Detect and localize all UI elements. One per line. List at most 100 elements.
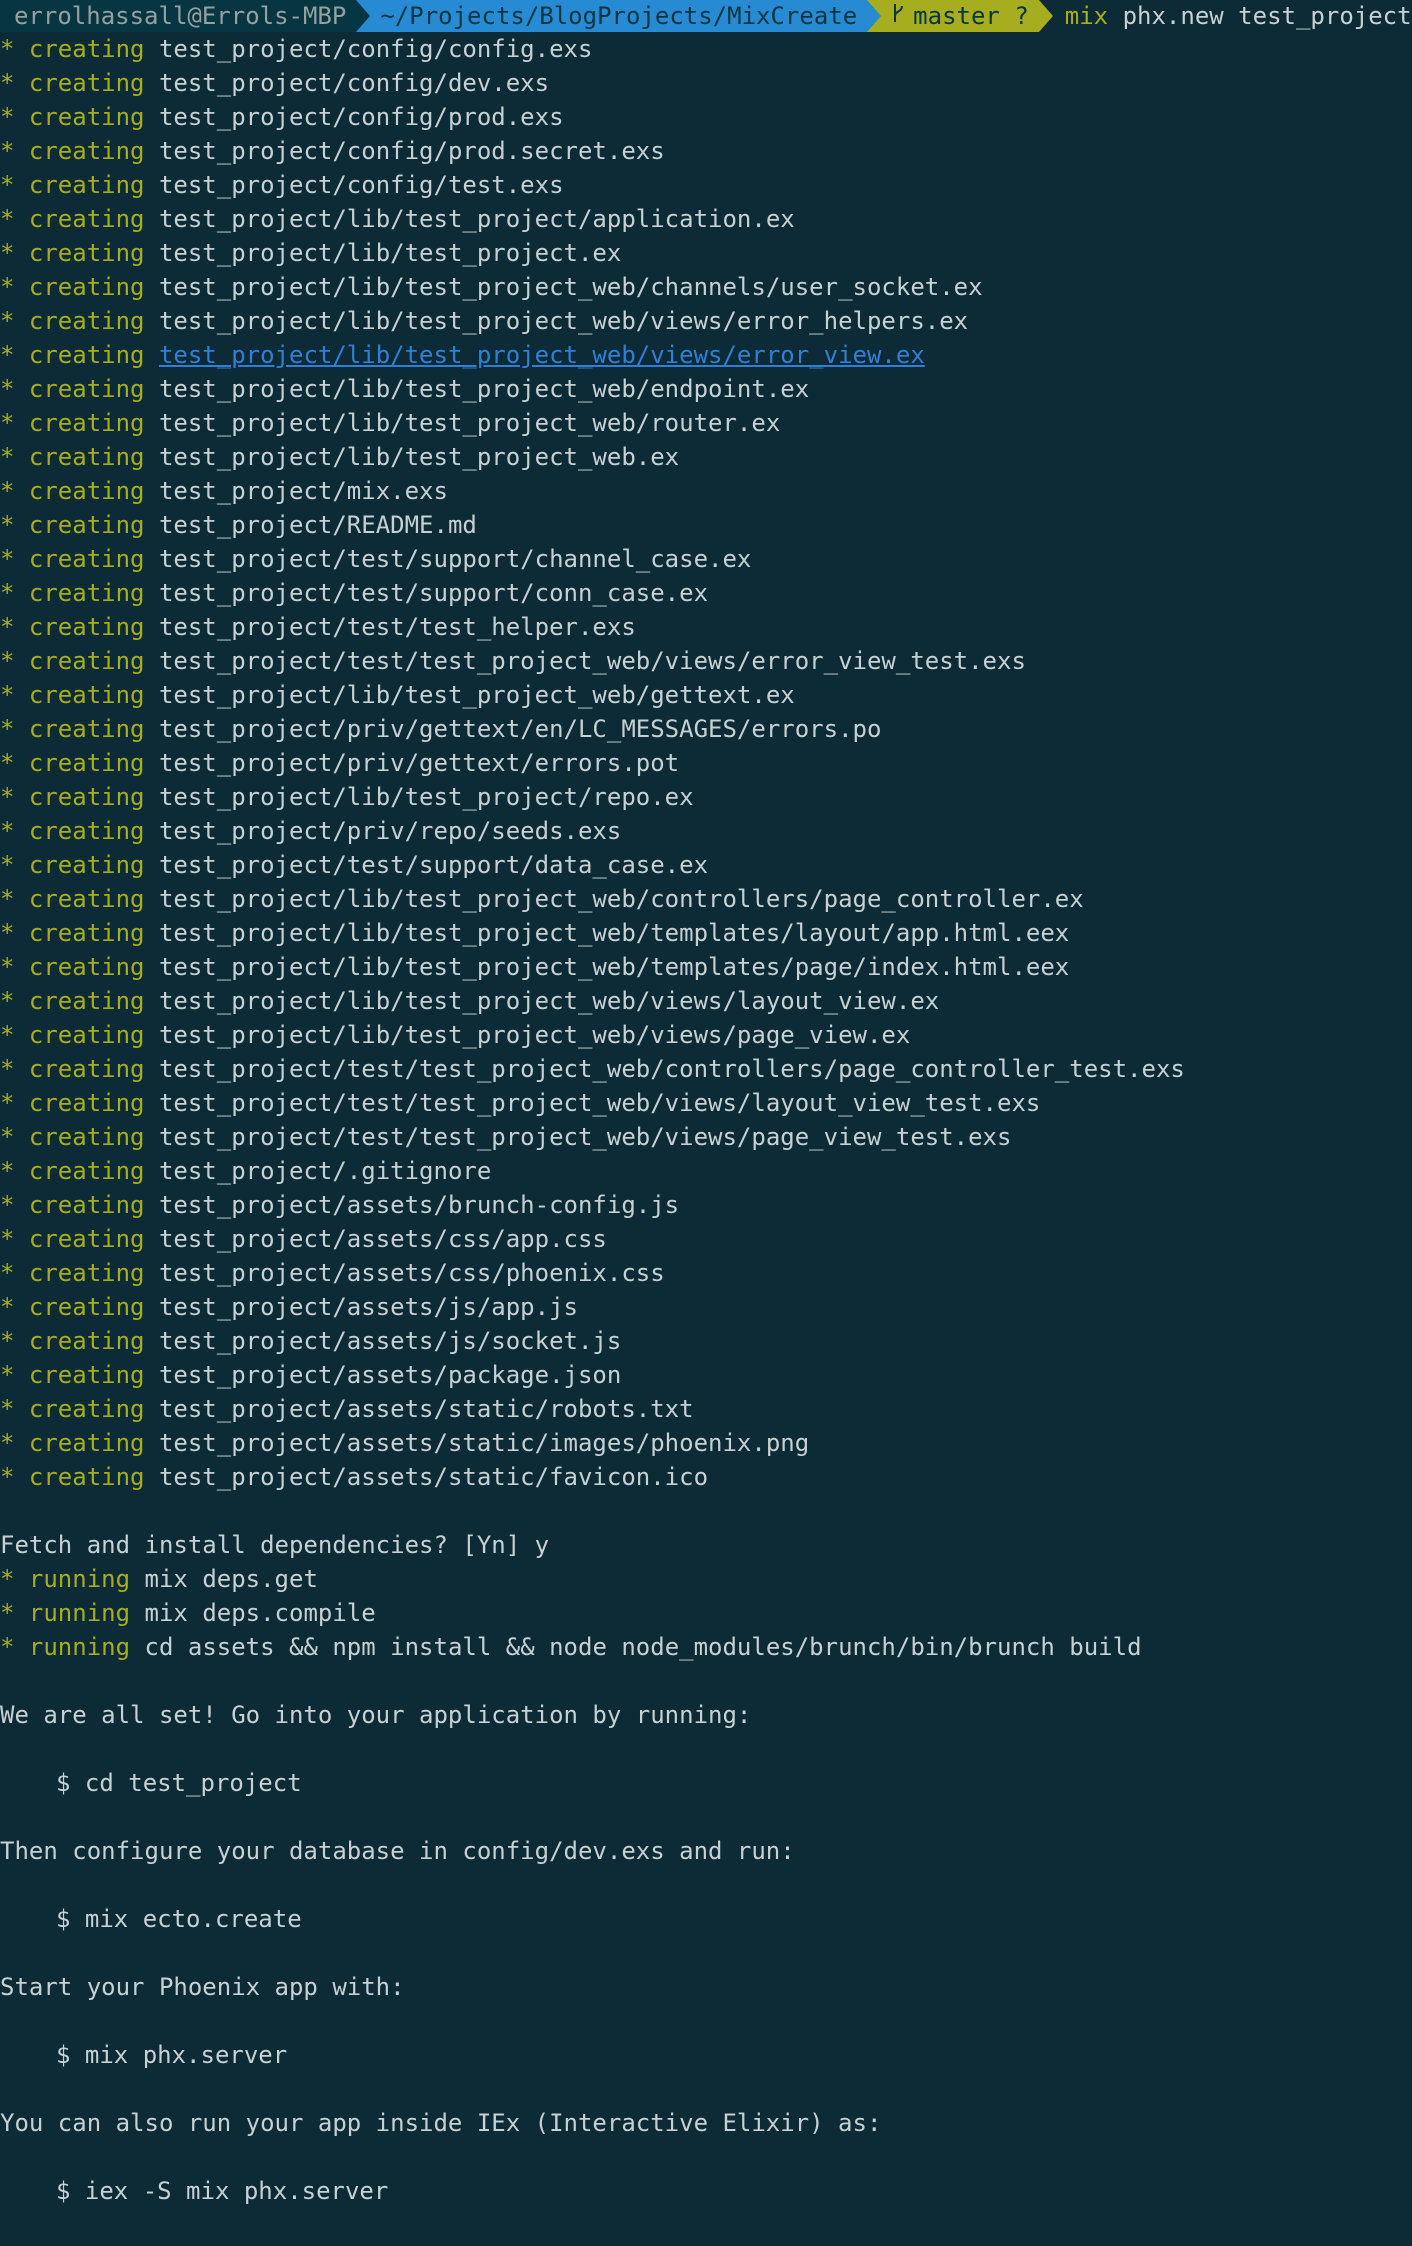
creating-label: creating [28,817,145,845]
bullet-marker: * [0,1565,15,1593]
creating-line: * creating test_project/assets/static/ro… [0,1392,1412,1426]
bullet-marker: * [0,1191,15,1219]
bullet-marker: * [0,715,15,743]
creating-line: * creating test_project/assets/css/phoen… [0,1256,1412,1290]
creating-label: creating [28,171,145,199]
bullet-marker: * [0,545,15,573]
prompt-path: ~/Projects/BlogProjects/MixCreate [356,0,868,32]
creating-line: * creating test_project/assets/js/socket… [0,1324,1412,1358]
creating-line: * creating test_project/test/test_projec… [0,1086,1412,1120]
creating-line: * creating test_project/lib/test_project… [0,202,1412,236]
creating-label: creating [28,409,145,437]
creating-label: creating [28,307,145,335]
creating-label: creating [28,987,145,1015]
file-path: test_project/lib/test_project_web/templa… [158,919,1070,947]
bullet-marker: * [0,1021,15,1049]
creating-label: creating [28,137,145,165]
file-path: test_project/lib/test_project_web/router… [158,409,781,437]
running-label: running [28,1565,131,1593]
file-path: test_project/lib/test_project/repo.ex [158,783,694,811]
creating-line: * creating test_project/priv/repo/seeds.… [0,814,1412,848]
creating-line: * creating test_project/lib/test_project… [0,440,1412,474]
creating-line: * creating test_project/lib/test_project… [0,882,1412,916]
creating-line: * creating test_project/lib/test_project… [0,950,1412,984]
command-input[interactable]: mix phx.new test_project [1053,0,1412,32]
bullet-marker: * [0,1123,15,1151]
file-path: test_project/config/config.exs [158,35,593,63]
file-path: test_project/assets/css/app.css [158,1225,607,1253]
file-path: test_project/lib/test_project_web/views/… [158,987,940,1015]
running-line: * running mix deps.compile [0,1596,1412,1630]
bullet-marker: * [0,69,15,97]
creating-label: creating [28,477,145,505]
bullet-marker: * [0,1327,15,1355]
bullet-marker: * [0,1463,15,1491]
bullet-marker: * [0,579,15,607]
creating-line: * creating test_project/.gitignore [0,1154,1412,1188]
creating-label: creating [28,953,145,981]
bullet-marker: * [0,1089,15,1117]
bullet-marker: * [0,137,15,165]
creating-label: creating [28,749,145,777]
creating-label: creating [28,1361,145,1389]
bullet-marker: * [0,273,15,301]
file-path: test_project/test/test_helper.exs [158,613,636,641]
creating-label: creating [28,681,145,709]
bullet-marker: * [0,35,15,63]
file-path: test_project/test/support/channel_case.e… [158,545,752,573]
powerline-separator [356,0,371,32]
file-path-link[interactable]: test_project/lib/test_project_web/views/… [159,341,925,369]
bullet-marker: * [0,681,15,709]
bullet-marker: * [0,613,15,641]
bullet-marker: * [0,783,15,811]
creating-line: * creating test_project/assets/static/fa… [0,1460,1412,1494]
running-command: mix deps.get [144,1565,318,1593]
file-path: test_project/config/prod.exs [158,103,564,131]
creating-line: * creating test_project/test/support/cha… [0,542,1412,576]
creating-label: creating [28,647,145,675]
creating-line: * creating test_project/priv/gettext/err… [0,746,1412,780]
bullet-marker: * [0,409,15,437]
terminal-window[interactable]: errolhassall@Errols-MBP ~/Projects/BlogP… [0,0,1412,2246]
file-path: test_project/assets/static/robots.txt [158,1395,694,1423]
bullet-marker: * [0,239,15,267]
file-path: test_project/assets/js/app.js [158,1293,578,1321]
file-path: test_project/.gitignore [158,1157,492,1185]
creating-line: * creating test_project/lib/test_project… [0,372,1412,406]
file-path: test_project/lib/test_project_web/channe… [158,273,983,301]
creating-line: * creating test_project/lib/test_project… [0,304,1412,338]
file-path: test_project/mix.exs [158,477,448,505]
bullet-marker: * [0,953,15,981]
running-line: * running cd assets && npm install && no… [0,1630,1412,1664]
creating-line: * creating test_project/lib/test_project… [0,916,1412,950]
powerline-separator [867,0,882,32]
creating-line: * creating test_project/test/support/con… [0,576,1412,610]
file-path: test_project/test/test_project_web/views… [158,1123,1012,1151]
creating-line: * creating test_project/test/support/dat… [0,848,1412,882]
fetch-prompt: Fetch and install dependencies? [Yn] y [0,1531,550,1559]
creating-label: creating [28,273,145,301]
creating-line: * creating test_project/assets/css/app.c… [0,1222,1412,1256]
creating-label: creating [28,919,145,947]
creating-label: creating [28,1463,145,1491]
ecto-command-hint: $ mix ecto.create [56,1905,302,1933]
file-path: test_project/test/test_project_web/contr… [158,1055,1185,1083]
creating-line: * creating test_project/README.md [0,508,1412,542]
creating-label: creating [28,885,145,913]
creating-label: creating [28,783,145,811]
file-path: test_project/config/test.exs [158,171,564,199]
cd-command-hint: $ cd test_project [56,1769,302,1797]
file-path: test_project/assets/static/images/phoeni… [158,1429,810,1457]
file-path: test_project/lib/test_project/applicatio… [158,205,795,233]
bullet-marker: * [0,341,15,369]
shell-prompt: errolhassall@Errols-MBP ~/Projects/BlogP… [0,0,1412,32]
prompt-git-branch: master ? [867,0,1039,32]
file-path: test_project/assets/package.json [158,1361,622,1389]
server-command-hint: $ mix phx.server [56,2041,288,2069]
creating-label: creating [28,1021,145,1049]
